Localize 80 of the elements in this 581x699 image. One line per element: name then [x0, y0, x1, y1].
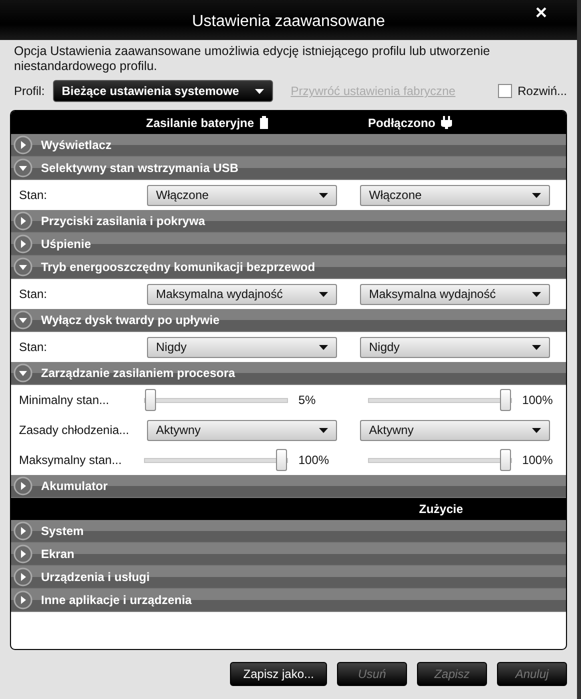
- checkbox-label: Rozwiń...: [518, 84, 567, 98]
- caret-icon: [532, 192, 541, 198]
- section-title: Selektywny stan wstrzymania USB: [41, 161, 238, 175]
- collapse-icon[interactable]: [13, 257, 33, 277]
- section-header[interactable]: Selektywny stan wstrzymania USB: [11, 157, 566, 180]
- caret-icon: [532, 428, 541, 432]
- section-title: System: [41, 524, 84, 538]
- collapse-icon[interactable]: [13, 158, 33, 178]
- dropdown[interactable]: Maksymalna wydajność: [147, 284, 337, 304]
- close-button[interactable]: ×: [531, 2, 551, 24]
- section-header[interactable]: Akumulator: [11, 475, 566, 498]
- setting-label: Zasady chłodzenia...: [19, 423, 130, 437]
- slider-thumb[interactable]: [500, 388, 512, 410]
- expand-icon[interactable]: [13, 544, 33, 564]
- caret-icon: [532, 292, 541, 296]
- section-header[interactable]: Tryb energooszczędny komunikacji bezprzewod: [11, 256, 566, 279]
- setting-label: Stan:: [19, 340, 48, 354]
- caret-icon: [319, 292, 328, 296]
- dropdown[interactable]: Nigdy: [360, 336, 550, 358]
- section-title: Przyciski zasilania i pokrywa: [41, 214, 206, 228]
- profile-dropdown[interactable]: Bieżące ustawienia systemowe: [52, 80, 273, 102]
- dropdown[interactable]: Nigdy: [147, 336, 337, 358]
- dropdown[interactable]: Maksymalna wydajność: [360, 284, 550, 304]
- slider-value: 100%: [298, 453, 330, 467]
- expand-icon[interactable]: [13, 476, 33, 496]
- section-header[interactable]: System: [11, 520, 566, 543]
- section-header[interactable]: Urządzenia i usługi: [11, 566, 566, 589]
- section-title: Inne aplikacje i urządzenia: [41, 593, 192, 607]
- section-title: Uśpienie: [41, 237, 92, 251]
- section-title: Zarządzanie zasilaniem procesora: [41, 366, 236, 380]
- window-title: Ustawienia zaawansowane: [192, 13, 385, 31]
- section-header[interactable]: Zarządzanie zasilaniem procesora: [11, 362, 566, 385]
- slider-thumb[interactable]: [500, 448, 512, 470]
- section-title: Wyłącz dysk twardy po upływie: [41, 313, 220, 327]
- section-header[interactable]: Ekran: [11, 543, 566, 566]
- setting-label: Stan:: [19, 287, 48, 301]
- column-heading: Zużycie: [419, 502, 464, 516]
- profile-label: Profil:: [14, 84, 45, 98]
- expand-icon[interactable]: [13, 135, 33, 155]
- section-title: Tryb energooszczędny komunikacji bezprzewod: [41, 260, 316, 274]
- dialog-button[interactable]: Zapisz jako...: [230, 662, 327, 686]
- expand-icon[interactable]: [13, 234, 33, 254]
- expand-icon[interactable]: [13, 567, 33, 587]
- section-header[interactable]: Wyłącz dysk twardy po upływie: [11, 309, 566, 332]
- dropdown[interactable]: Aktywny: [147, 420, 337, 440]
- collapse-icon[interactable]: [13, 310, 33, 330]
- slider-thumb[interactable]: [276, 448, 288, 470]
- setting-label: Maksymalny stan...: [19, 453, 123, 467]
- section-title: Wyświetlacz: [41, 138, 112, 152]
- collapse-icon[interactable]: [13, 363, 33, 383]
- slider-value: 100%: [522, 453, 553, 467]
- section-title: Urządzenia i usługi: [41, 570, 150, 584]
- column-heading: Podłączono: [368, 116, 436, 130]
- section-header[interactable]: Przyciski zasilania i pokrywa: [11, 210, 566, 233]
- dropdown[interactable]: Włączone: [147, 184, 337, 206]
- slider-value: 5%: [298, 393, 316, 407]
- expand-checkbox[interactable]: [498, 84, 512, 98]
- dropdown[interactable]: Włączone: [360, 184, 550, 206]
- expand-icon[interactable]: [13, 211, 33, 231]
- caret-icon: [254, 88, 264, 94]
- slider-thumb[interactable]: [145, 388, 156, 410]
- slider-value: 100%: [522, 393, 553, 407]
- setting-label: Minimalny stan...: [19, 393, 110, 407]
- caret-icon: [319, 192, 328, 198]
- expand-icon[interactable]: [13, 521, 33, 541]
- section-title: Akumulator: [41, 479, 108, 493]
- section-header[interactable]: Inne aplikacje i urządzenia: [11, 589, 566, 612]
- plug-icon: [441, 116, 452, 129]
- description-text: Opcja Ustawienia zaawansowane umożliwia edycję istniejącego profilu lub utworzenie niestandardowego profilu.: [14, 44, 491, 74]
- setting-label: Stan:: [19, 188, 48, 202]
- dropdown[interactable]: Aktywny: [360, 420, 550, 440]
- caret-icon: [532, 344, 541, 350]
- section-header[interactable]: Wyświetlacz: [11, 134, 566, 157]
- battery-icon: [260, 116, 268, 129]
- section-title: Ekran: [41, 547, 74, 561]
- caret-icon: [319, 344, 328, 350]
- column-heading: Zasilanie bateryjne: [146, 116, 254, 130]
- expand-icon[interactable]: [13, 590, 33, 610]
- section-header[interactable]: Uśpienie: [11, 233, 566, 256]
- caret-icon: [319, 428, 328, 432]
